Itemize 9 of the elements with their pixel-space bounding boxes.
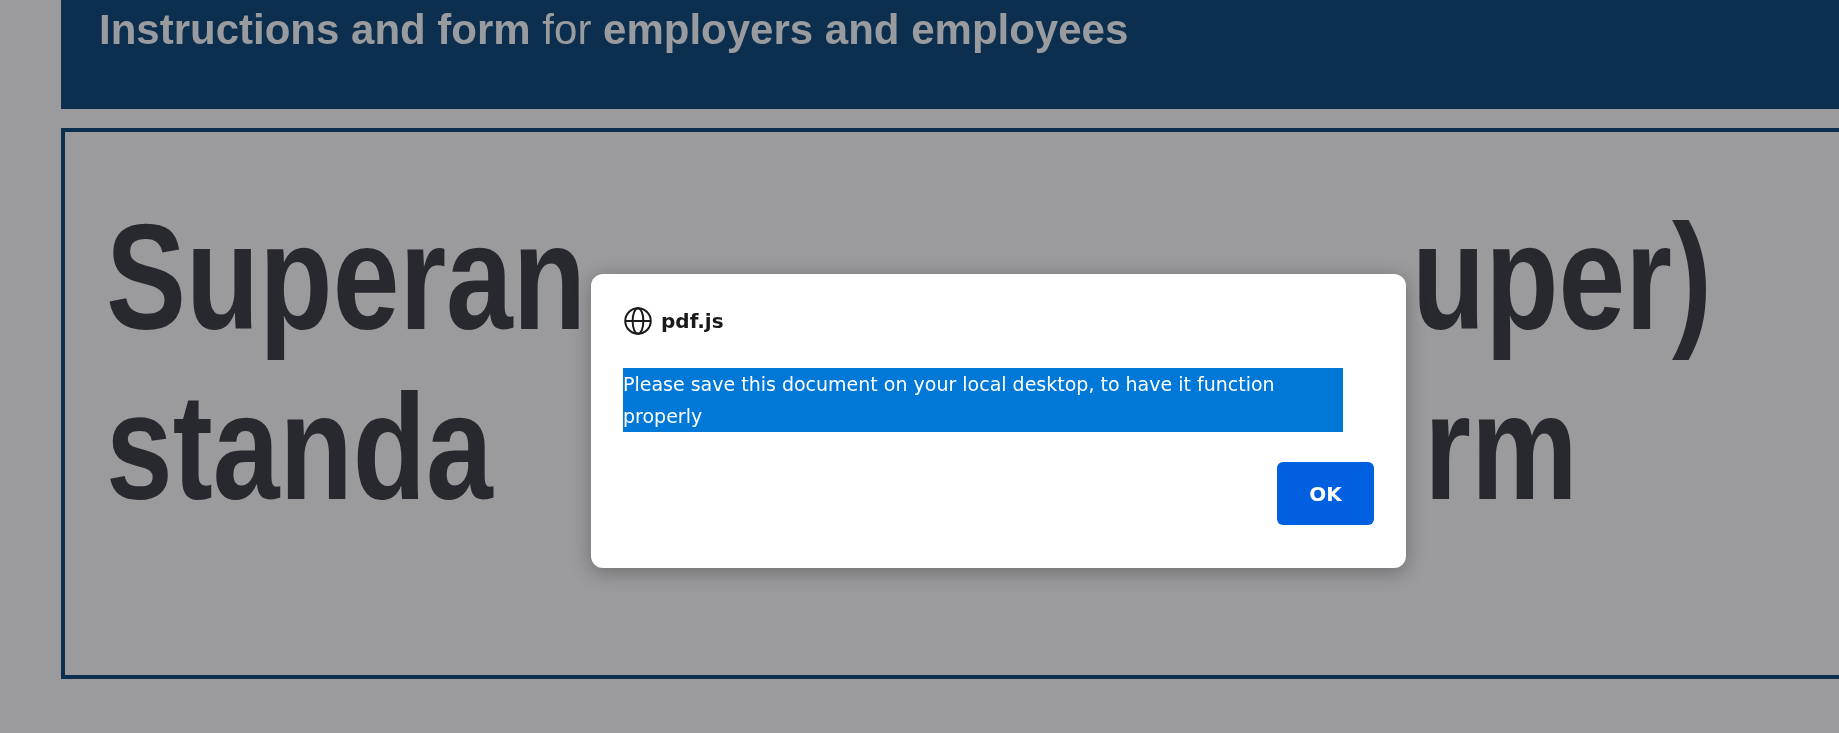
globe-icon: [623, 306, 653, 336]
heading-text: Superan: [106, 192, 587, 362]
banner-subtitle: Instructions and form for employers and employees: [99, 6, 1130, 54]
ok-button[interactable]: OK: [1277, 462, 1374, 525]
heading-text: uper): [1412, 192, 1712, 362]
heading-text: rm: [1424, 362, 1578, 532]
heading-text: standa: [106, 362, 493, 532]
dialog-message: Please save this document on your local desktop, to have it function properly: [623, 368, 1343, 432]
dialog-title: pdf.js: [661, 309, 724, 333]
